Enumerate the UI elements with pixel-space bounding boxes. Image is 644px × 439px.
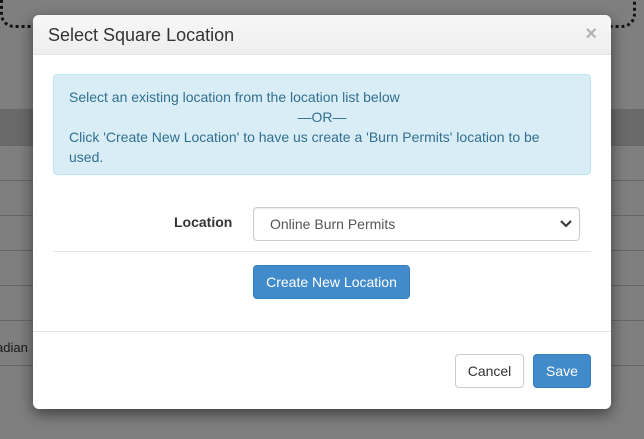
- info-line-create: Click 'Create New Location' to have us c…: [69, 129, 540, 165]
- location-select-value: Online Burn Permits: [270, 216, 396, 232]
- location-label: Location: [174, 214, 233, 230]
- chevron-down-icon: [560, 220, 572, 228]
- cancel-button[interactable]: Cancel: [455, 354, 524, 388]
- dialog-title: Select Square Location: [48, 25, 235, 45]
- info-line-or: —OR—: [297, 109, 347, 125]
- close-icon[interactable]: ×: [585, 24, 597, 44]
- select-location-dialog: Select Square Location × Select an exist…: [33, 15, 611, 409]
- save-button[interactable]: Save: [533, 354, 591, 388]
- info-alert: Select an existing location from the loc…: [53, 74, 591, 175]
- dialog-header: Select Square Location ×: [33, 15, 611, 55]
- info-line-existing: Select an existing location from the loc…: [69, 89, 400, 105]
- location-select[interactable]: Online Burn Permits: [253, 207, 580, 241]
- form-divider: [53, 251, 591, 252]
- dialog-footer-divider: [33, 331, 611, 332]
- create-new-location-button[interactable]: Create New Location: [253, 265, 410, 299]
